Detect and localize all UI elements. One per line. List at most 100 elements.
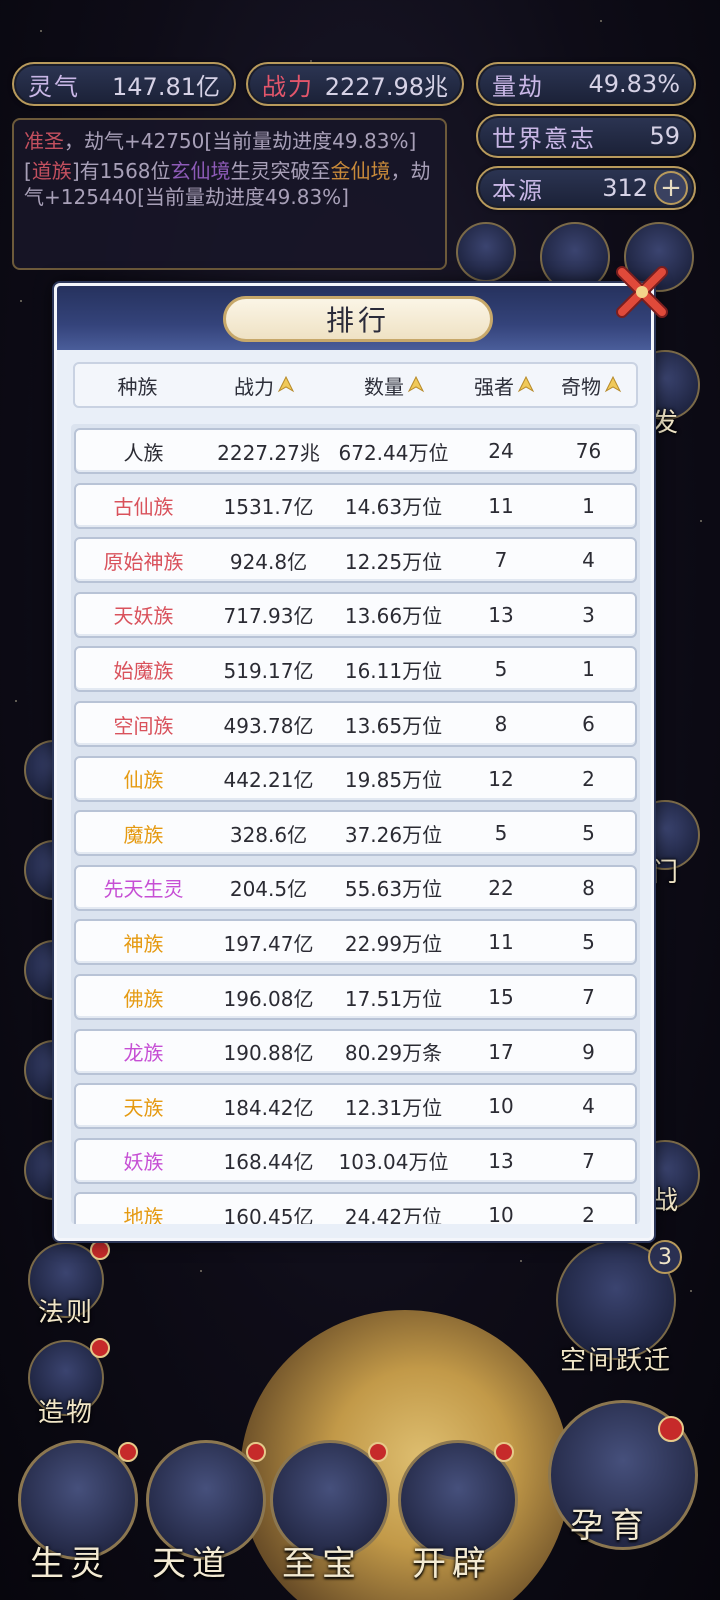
ranking-row[interactable]: 妖族 168.44亿 103.04万位 13 7 — [74, 1137, 637, 1184]
log-bracket: [ — [24, 159, 32, 183]
sort-count-button[interactable]: 数量 — [330, 364, 460, 406]
ranking-row[interactable]: 原始神族 924.8亿 12.25万位 7 4 — [74, 537, 637, 584]
race-power: 190.88亿 — [223, 1041, 314, 1066]
star-decoration — [700, 520, 702, 522]
race-item: 7 — [582, 1148, 595, 1173]
log-entry: 准圣，劫气+42750[当前量劫进度49.83%] — [24, 128, 435, 154]
star-decoration — [520, 1260, 522, 1262]
race-count: 17.51万位 — [344, 986, 443, 1011]
ranking-row[interactable]: 空间族 493.78亿 13.65万位 8 6 — [74, 701, 637, 747]
notification-dot — [118, 1442, 138, 1462]
race-count: 22.99万位 — [344, 931, 443, 956]
log-target-realm: 金仙境 — [330, 159, 391, 183]
race-item: 8 — [582, 875, 595, 900]
nav-zhibao-label: 至宝 — [282, 1544, 362, 1584]
zhanli-stat: 战力 2227.98兆 — [246, 62, 464, 106]
notification-dot — [246, 1442, 266, 1462]
log-text: ]有1568位 — [71, 159, 171, 183]
star-decoration — [40, 30, 42, 32]
close-button[interactable] — [612, 262, 672, 322]
log-realm: 玄仙境 — [170, 159, 231, 183]
race-strong: 15 — [488, 985, 514, 1009]
race-power: 1531.7亿 — [223, 495, 314, 520]
race-power: 196.08亿 — [223, 986, 314, 1011]
race-strong: 13 — [488, 1148, 514, 1173]
race-name: 人族 — [123, 440, 164, 465]
ranking-row[interactable]: 神族 197.47亿 22.99万位 11 5 — [74, 919, 637, 966]
race-name: 魔族 — [123, 822, 164, 847]
partial-label: 门 — [652, 858, 681, 888]
sort-power-button[interactable]: 战力 — [200, 364, 330, 406]
col-item-label: 奇物 — [561, 374, 601, 399]
ranking-row[interactable]: 先天生灵 204.5亿 55.63万位 22 8 — [74, 864, 637, 911]
notification-dot — [368, 1442, 388, 1462]
race-strong: 17 — [488, 1039, 514, 1064]
race-power: 168.44亿 — [223, 1150, 314, 1175]
close-icon — [616, 266, 668, 318]
race-strong: 10 — [488, 1094, 514, 1119]
ranking-row[interactable]: 仙族 442.21亿 19.85万位 12 2 — [74, 755, 637, 802]
ranking-row[interactable]: 人族 2227.27兆 672.44万位 24 76 — [74, 428, 637, 474]
race-count: 19.85万位 — [344, 768, 443, 793]
race-item: 7 — [582, 985, 595, 1009]
race-name: 天族 — [123, 1095, 164, 1120]
star-decoration — [200, 1270, 202, 1272]
sort-arrow-icon — [407, 375, 425, 393]
ranking-row[interactable]: 地族 160.45亿 24.42万位 10 2 — [74, 1192, 637, 1224]
race-power: 204.5亿 — [229, 877, 308, 902]
race-count: 12.25万位 — [344, 549, 443, 574]
liangjie-value: 49.83% — [588, 70, 680, 98]
shijie-stat[interactable]: 世界意志 59 — [476, 114, 696, 158]
ranking-row[interactable]: 古仙族 1531.7亿 14.63万位 11 1 — [74, 482, 637, 529]
sort-strong-button[interactable]: 强者 — [460, 364, 550, 406]
race-power: 442.21亿 — [223, 768, 314, 793]
star-decoration — [15, 700, 17, 702]
race-name: 佛族 — [123, 986, 164, 1011]
col-count-label: 数量 — [364, 374, 404, 399]
vortex-icon-button[interactable] — [540, 222, 610, 292]
race-item: 6 — [582, 712, 595, 736]
notification-dot — [90, 1240, 110, 1260]
ranking-row[interactable]: 龙族 190.88亿 80.29万条 17 9 — [74, 1028, 637, 1075]
race-strong: 5 — [494, 821, 508, 846]
race-power: 717.93亿 — [223, 604, 314, 629]
sort-arrow-icon — [277, 375, 295, 393]
badge-count: 3 — [658, 1244, 672, 1270]
race-strong: 12 — [488, 766, 514, 791]
liangjie-label: 量劫 — [492, 72, 544, 101]
log-text: ，劫气+42750[当前量劫进度49.83%] — [64, 129, 417, 153]
race-count: 24.42万位 — [344, 1204, 443, 1224]
ranking-row[interactable]: 始魔族 519.17亿 16.11万位 5 1 — [74, 646, 637, 693]
benyuan-value: 312 — [602, 174, 648, 202]
race-count: 13.65万位 — [344, 713, 443, 738]
scroll-icon-button[interactable] — [456, 222, 516, 282]
race-name: 始魔族 — [113, 658, 174, 683]
race-item: 9 — [582, 1039, 595, 1064]
ranking-row[interactable]: 魔族 328.6亿 37.26万位 5 5 — [74, 810, 637, 857]
race-name: 原始神族 — [103, 549, 184, 574]
race-power: 493.78亿 — [223, 713, 314, 738]
race-strong: 10 — [488, 1203, 514, 1224]
race-strong: 22 — [488, 875, 514, 900]
race-power: 184.42亿 — [223, 1095, 314, 1120]
ranking-list[interactable]: 人族 2227.27兆 672.44万位 24 76 古仙族 1531.7亿 14.63万位 1… — [71, 424, 640, 1224]
ranking-row[interactable]: 天妖族 717.93亿 13.66万位 13 3 — [74, 591, 637, 638]
add-benyuan-button[interactable]: + — [654, 171, 688, 205]
race-strong: 13 — [488, 602, 514, 627]
race-strong: 5 — [494, 657, 508, 682]
race-name: 天妖族 — [113, 604, 174, 629]
log-text: 生灵突破至 — [230, 159, 331, 183]
faze-label: 法则 — [38, 1298, 95, 1328]
zaowu-label: 造物 — [38, 1398, 95, 1428]
race-count: 14.63万位 — [344, 495, 443, 520]
sort-item-button[interactable]: 奇物 — [547, 364, 637, 406]
liangjie-stat[interactable]: 量劫 49.83% — [476, 62, 696, 106]
event-log: 准圣，劫气+42750[当前量劫进度49.83%] [道族]有1568位玄仙境生… — [12, 118, 447, 270]
benyuan-stat: 本源 312 + — [476, 166, 696, 210]
lingqi-label: 灵气 — [28, 72, 80, 101]
ranking-row[interactable]: 佛族 196.08亿 17.51万位 15 7 — [74, 974, 637, 1020]
notification-dot — [90, 1338, 110, 1358]
ranking-row[interactable]: 天族 184.42亿 12.31万位 10 4 — [74, 1083, 637, 1130]
benyuan-label: 本源 — [492, 176, 544, 205]
race-power: 519.17亿 — [223, 658, 314, 683]
